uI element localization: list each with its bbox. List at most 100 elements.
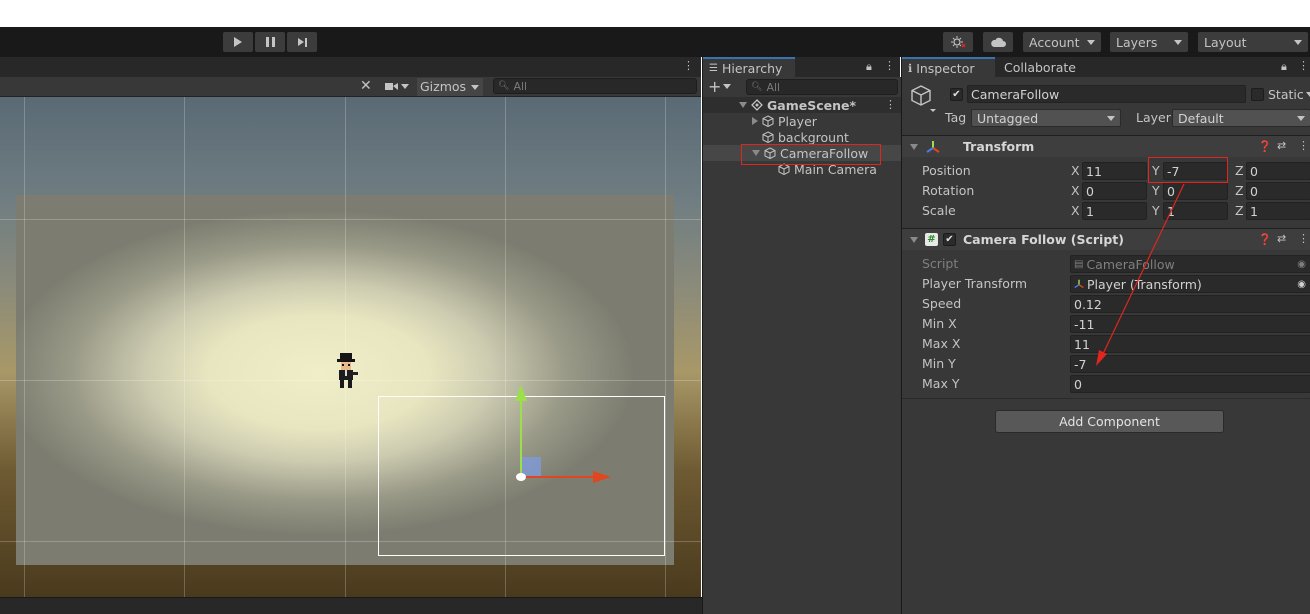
static-checkbox[interactable] — [1251, 88, 1264, 101]
object-picker-icon[interactable]: ◉ — [1297, 259, 1306, 270]
more-options-icon[interactable]: ⋮ — [884, 59, 895, 72]
tree-item-player[interactable]: Player — [703, 113, 901, 129]
axis-z-label: Z — [1235, 163, 1244, 178]
chevron-down-icon — [1087, 39, 1095, 45]
search-icon: 🔍︎ — [498, 81, 510, 91]
window-top-strip — [0, 0, 1310, 27]
transform-header[interactable]: Transform ❓ ⇄ ⋮ — [902, 135, 1310, 157]
foldout-closed-icon[interactable] — [752, 117, 758, 125]
static-dropdown[interactable]: Static — [1268, 87, 1310, 102]
grid-line — [665, 97, 666, 597]
max-y-input[interactable]: 0 — [1070, 375, 1310, 393]
layout-dropdown[interactable]: Layout — [1198, 32, 1308, 52]
cloud-icon — [991, 37, 1006, 47]
chevron-down-icon — [1174, 39, 1182, 45]
layers-dropdown[interactable]: Layers — [1110, 32, 1188, 52]
object-name-input[interactable]: CameraFollow — [967, 85, 1246, 103]
foldout-open-icon[interactable] — [739, 102, 747, 108]
transform-title: Transform — [963, 139, 1035, 154]
help-icon[interactable]: ❓ — [1258, 233, 1272, 246]
camera-icon — [385, 83, 398, 90]
camera-dropdown[interactable] — [385, 82, 409, 91]
presets-icon[interactable]: ⇄ — [1277, 232, 1286, 245]
add-component-button[interactable]: Add Component — [995, 410, 1224, 433]
more-options-icon[interactable]: ⋮ — [1298, 232, 1309, 245]
tag-dropdown[interactable]: Untagged — [971, 109, 1121, 127]
active-checkbox[interactable]: ✔ — [950, 88, 963, 101]
chevron-down-icon — [1107, 115, 1115, 121]
more-options-icon[interactable]: ⋮ — [885, 98, 896, 111]
info-icon: ℹ — [908, 61, 913, 75]
annotation-highlight-box — [741, 144, 881, 165]
layer-value: Default — [1178, 110, 1224, 126]
step-icon — [297, 37, 307, 47]
hierarchy-panel: ☰ Hierarchy 🔒︎ ⋮ + 🔍︎ All GameScene* ⋮ P… — [702, 57, 901, 614]
tree-item-backgrount[interactable]: backgrount — [703, 129, 901, 145]
chevron-down-icon — [1297, 115, 1305, 121]
plus-icon: + — [708, 77, 722, 96]
list-icon: ☰ — [709, 62, 718, 74]
layout-label: Layout — [1204, 34, 1247, 50]
presets-icon[interactable]: ⇄ — [1277, 139, 1286, 152]
scale-z-input[interactable]: 1 — [1246, 202, 1310, 220]
speed-label: Speed — [922, 296, 962, 311]
layer-dropdown[interactable]: Default — [1172, 109, 1310, 127]
y-arrow-icon — [515, 385, 527, 401]
component-enabled-checkbox[interactable]: ✔ — [943, 233, 956, 246]
create-dropdown[interactable]: + — [708, 77, 732, 96]
tab-hierarchy[interactable]: ☰ Hierarchy — [703, 57, 795, 77]
pause-button[interactable] — [255, 32, 285, 52]
step-button[interactable] — [287, 32, 317, 52]
lock-icon[interactable]: 🔒︎ — [1281, 60, 1287, 74]
account-dropdown[interactable]: Account — [1023, 32, 1101, 52]
more-options-icon[interactable]: ⋮ — [683, 59, 694, 72]
cloud-button[interactable] — [983, 32, 1013, 52]
axis-x-label: X — [1071, 203, 1080, 218]
position-x-input[interactable]: 11 — [1082, 162, 1147, 180]
gameobject-icon — [762, 131, 774, 143]
gizmos-dropdown[interactable] — [467, 78, 483, 96]
unity-scene-icon — [751, 99, 763, 111]
tree-item-label: GameScene* — [767, 97, 857, 113]
services-button[interactable] — [943, 32, 973, 52]
hierarchy-search-input[interactable]: 🔍︎ All — [746, 79, 898, 95]
position-label: Position — [922, 163, 971, 178]
script-file-icon: ▤ — [1074, 258, 1084, 270]
scene-search-input[interactable]: 🔍︎ All — [493, 78, 697, 94]
scene-viewport[interactable] — [0, 97, 701, 597]
more-options-icon[interactable]: ⋮ — [1298, 59, 1309, 72]
gizmos-button[interactable]: Gizmos — [417, 78, 470, 96]
foldout-open-icon[interactable] — [910, 144, 918, 150]
help-icon[interactable]: ❓ — [1258, 140, 1272, 153]
tab-inspector[interactable]: ℹ Inspector — [902, 57, 995, 77]
tag-value: Untagged — [977, 110, 1039, 126]
move-gizmo[interactable] — [505, 385, 615, 485]
min-y-label: Min Y — [922, 356, 956, 371]
chevron-down-icon — [1305, 92, 1310, 97]
search-icon: 🔍︎ — [751, 82, 763, 92]
grid-line — [24, 97, 25, 597]
more-options-icon[interactable]: ⋮ — [1298, 139, 1309, 152]
position-z-input[interactable]: 0 — [1246, 162, 1310, 180]
tag-label: Tag — [945, 110, 967, 125]
tab-collaborate[interactable]: Collaborate — [998, 57, 1082, 77]
player-sprite[interactable] — [334, 353, 358, 389]
rotation-z-input[interactable]: 0 — [1246, 182, 1310, 200]
tools-icon[interactable]: ✕ — [360, 78, 372, 94]
play-icon — [234, 37, 242, 47]
inspector-tabbar: ℹ Inspector Collaborate 🔒︎ ⋮ — [902, 57, 1310, 77]
foldout-open-icon[interactable] — [910, 237, 918, 243]
hierarchy-search-placeholder: All — [766, 80, 781, 94]
play-button[interactable] — [223, 32, 253, 52]
hierarchy-toolbar: + 🔍︎ All — [703, 77, 901, 97]
scene-panel: ⋮ ✕ Gizmos 🔍︎ All — [0, 57, 701, 597]
object-picker-icon[interactable]: ◉ — [1297, 279, 1306, 290]
position-z-value: 0 — [1250, 163, 1258, 179]
tree-item-gamescene[interactable]: GameScene* ⋮ — [703, 97, 901, 113]
pivot-handle[interactable] — [516, 473, 526, 481]
transform-icon — [1074, 279, 1084, 289]
static-label: Static — [1268, 87, 1304, 102]
csharp-script-icon: # — [925, 233, 938, 246]
lock-icon[interactable]: 🔒︎ — [866, 60, 872, 74]
tree-item-label: Player — [778, 113, 817, 129]
